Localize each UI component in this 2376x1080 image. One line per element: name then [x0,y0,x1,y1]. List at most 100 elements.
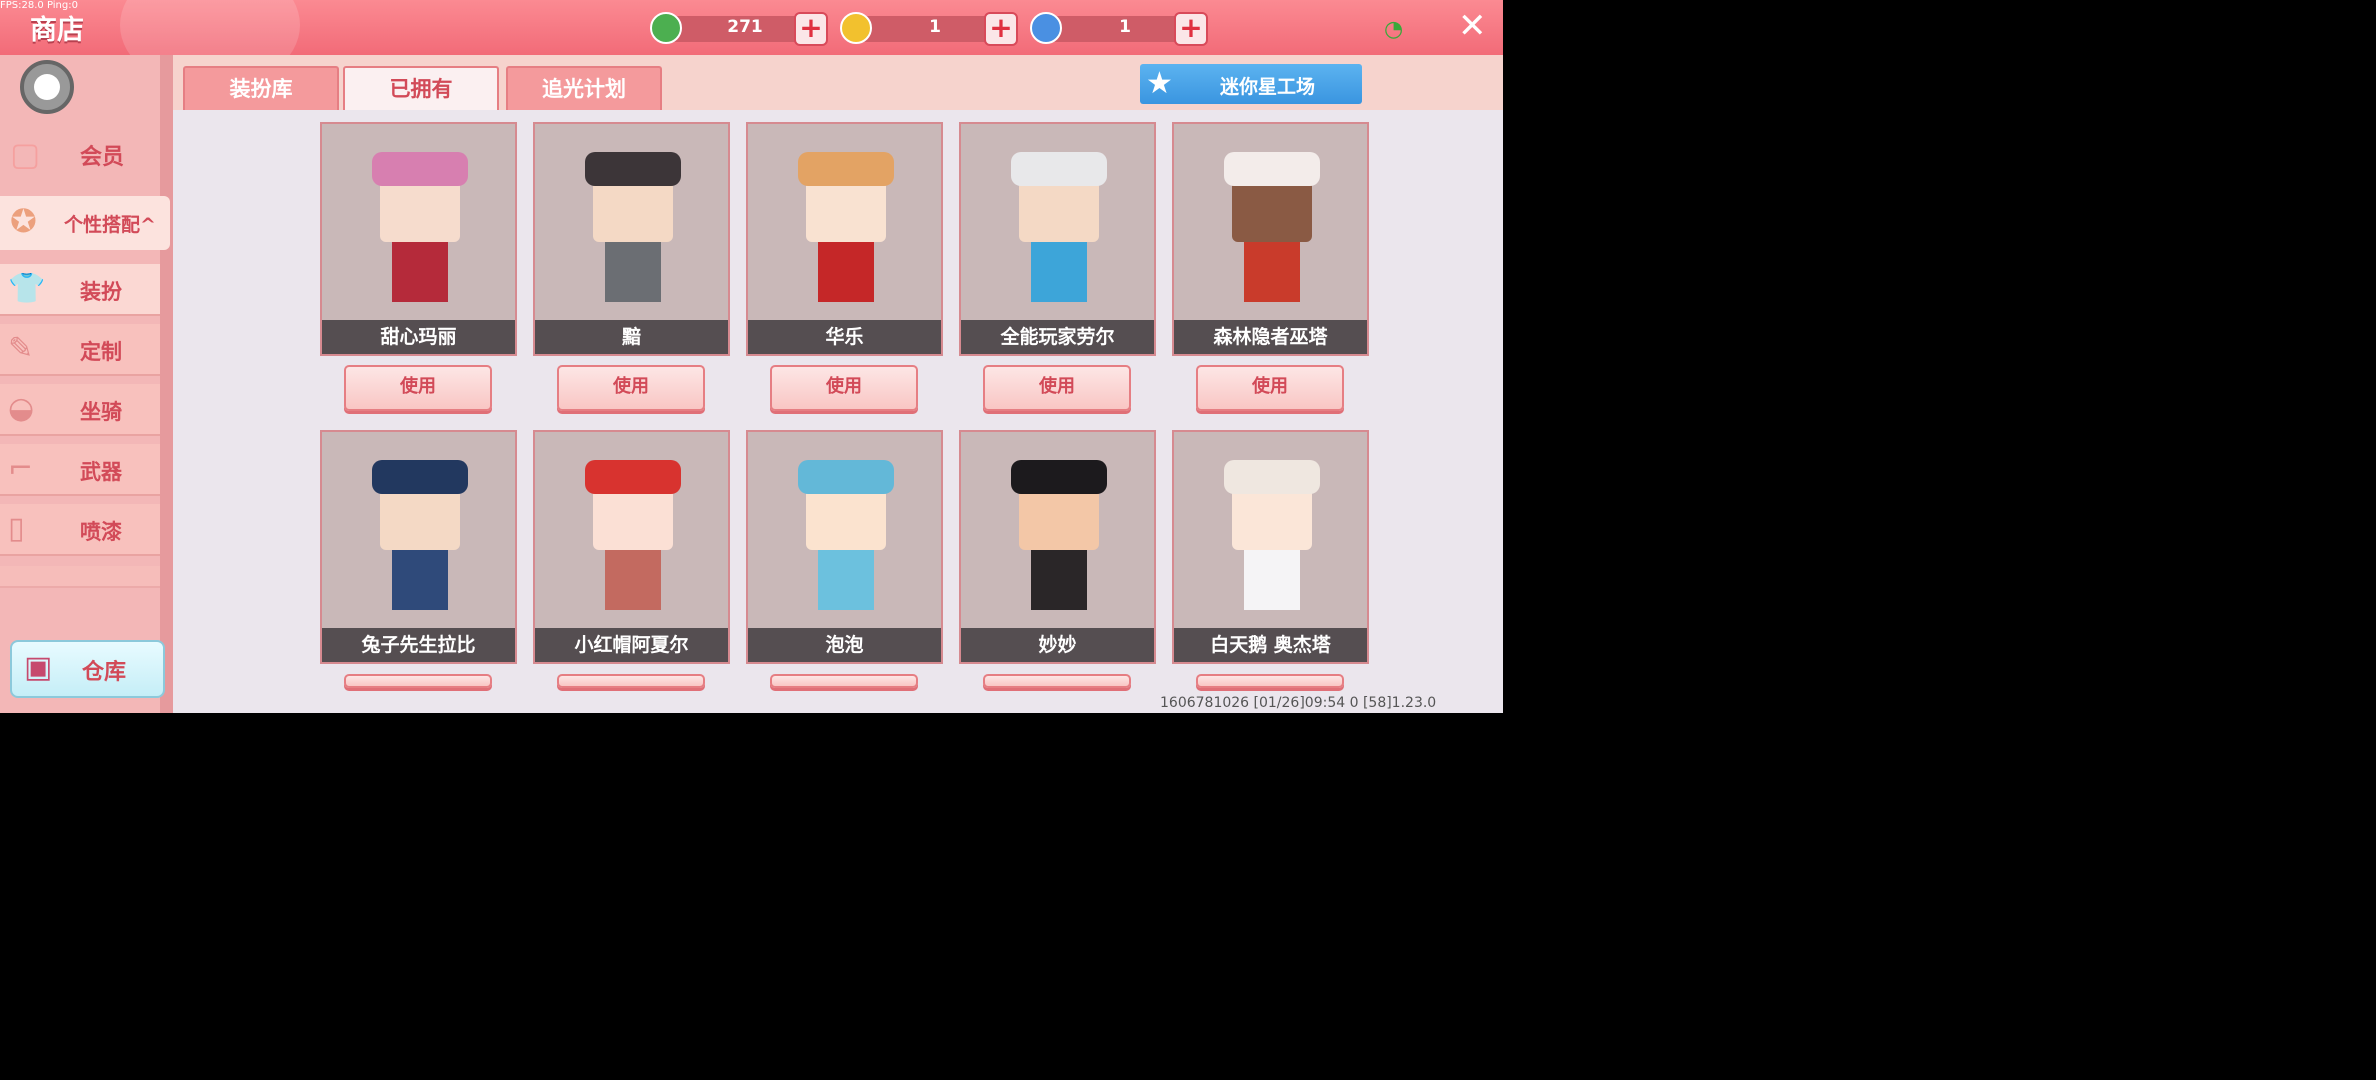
chevron-up-icon: ^ [140,214,156,236]
add-blue-coin-button[interactable]: + [1174,12,1208,46]
outfit-card[interactable]: 全能玩家劳尔 [959,122,1156,356]
warehouse-button[interactable]: ▣ 仓库 [10,640,165,698]
green-coin-icon [650,12,682,44]
character-art [372,460,468,610]
character-art [798,152,894,302]
sidebar-item-outfit[interactable]: 👕 装扮 [0,264,160,316]
sidebar-item-custom[interactable]: ✎ 定制 [0,324,160,376]
spray-can-icon: ▯ [8,511,25,546]
outfit-card[interactable]: 黯 [533,122,730,356]
sidebar-item-label: 武器 [80,460,122,484]
character-body [818,242,874,302]
saddle-icon: ◒ [8,391,35,426]
sidebar-item-label: 喷漆 [80,520,122,544]
character-art [585,460,681,610]
outfit-name: 森林隐者巫塔 [1174,320,1367,354]
character-art [372,152,468,302]
avatar[interactable] [20,60,74,114]
outfit-card[interactable]: 甜心玛丽 [320,122,517,356]
character-hair [1224,460,1320,494]
character-hair [798,152,894,186]
sidebar-item-partial[interactable] [0,566,160,588]
character-hair [1011,152,1107,186]
use-button[interactable] [344,674,492,688]
add-gold-coin-button[interactable]: + [984,12,1018,46]
outfit-card[interactable]: 泡泡 [746,430,943,664]
avatar-inner [34,74,60,100]
character-body [605,242,661,302]
top-bar: FPS:28.0 Ping:0 商店 271 + 1 + 1 + ◔ ✕ [0,0,1503,90]
outfit-card[interactable]: 妙妙 [959,430,1156,664]
use-button[interactable]: 使用 [1196,365,1344,411]
character-body [1031,550,1087,610]
tab-bar: 装扮库 已拥有 追光计划 ★ 迷你星工场 [173,55,1503,112]
outfit-name: 甜心玛丽 [322,320,515,354]
sidebar-item-member[interactable]: ▢ 会员 [0,125,173,189]
currency-value: 1 [1119,17,1131,37]
shop-screen: FPS:28.0 Ping:0 商店 271 + 1 + 1 + ◔ ✕ ▢ 会… [0,0,1503,713]
blue-coin-icon [1030,12,1062,44]
character-body [818,550,874,610]
character-body [1244,550,1300,610]
outfit-card[interactable]: 华乐 [746,122,943,356]
character-art [798,460,894,610]
outfit-name: 泡泡 [748,628,941,662]
use-button[interactable] [770,674,918,688]
sidebar-group-label: 个性搭配^ [64,210,156,237]
outfit-name: 白天鹅 奥杰塔 [1174,628,1367,662]
character-hair [798,460,894,494]
character-hair [1224,152,1320,186]
warehouse-label: 仓库 [82,660,127,685]
character-hair [1011,460,1107,494]
use-button[interactable]: 使用 [983,365,1131,411]
chest-icon: ▣ [24,650,53,685]
tab-chase-light[interactable]: 追光计划 [506,66,662,110]
character-body [605,550,661,610]
use-button[interactable] [1196,674,1344,688]
tab-outfit-library[interactable]: 装扮库 [183,66,339,110]
sidebar-group-style[interactable]: ✪ 个性搭配^ [0,196,170,250]
gun-icon: ⌐ [8,451,34,486]
outfit-card[interactable]: 小红帽阿夏尔 [533,430,730,664]
character-hair [585,152,681,186]
use-button[interactable]: 使用 [344,365,492,411]
gold-coin-icon [840,12,872,44]
outfit-name: 华乐 [748,320,941,354]
outfit-card[interactable]: 森林隐者巫塔 [1172,122,1369,356]
outfit-card[interactable]: 兔子先生拉比 [320,430,517,664]
outfit-name: 黯 [535,320,728,354]
outfit-name: 全能玩家劳尔 [961,320,1154,354]
sidebar-item-label: 定制 [80,340,122,364]
character-art [1224,460,1320,610]
add-green-coin-button[interactable]: + [794,12,828,46]
character-art [585,152,681,302]
close-button[interactable]: ✕ [1458,6,1487,46]
sidebar-item-weapon[interactable]: ⌐ 武器 [0,444,160,496]
outfit-name: 妙妙 [961,628,1154,662]
star-icon: ★ [1146,66,1173,101]
character-body [392,550,448,610]
outfit-card[interactable]: 白天鹅 奥杰塔 [1172,430,1369,664]
character-art [1224,152,1320,302]
character-body [1031,242,1087,302]
use-button[interactable] [557,674,705,688]
character-art [1011,152,1107,302]
version-info: 1606781026 [01/26]09:54 0 [58]1.23.0 [1160,695,1437,711]
sidebar-group-text: 个性搭配 [64,214,141,236]
currency-value: 1 [929,17,941,37]
sidebar-item-mount[interactable]: ◒ 坐骑 [0,384,160,436]
outfit-name: 小红帽阿夏尔 [535,628,728,662]
use-button[interactable] [983,674,1131,688]
factory-label: 迷你星工场 [1220,76,1316,98]
outfit-name: 兔子先生拉比 [322,628,515,662]
member-icon: ▢ [10,135,41,173]
page-title: 商店 [30,15,84,46]
pencil-icon: ✎ [8,331,34,366]
use-button[interactable]: 使用 [770,365,918,411]
mini-star-factory-button[interactable]: ★ 迷你星工场 [1140,64,1362,104]
tab-owned[interactable]: 已拥有 [343,66,499,112]
character-hair [372,460,468,494]
use-button[interactable]: 使用 [557,365,705,411]
character-hair [585,460,681,494]
sidebar-item-spray[interactable]: ▯ 喷漆 [0,504,160,556]
